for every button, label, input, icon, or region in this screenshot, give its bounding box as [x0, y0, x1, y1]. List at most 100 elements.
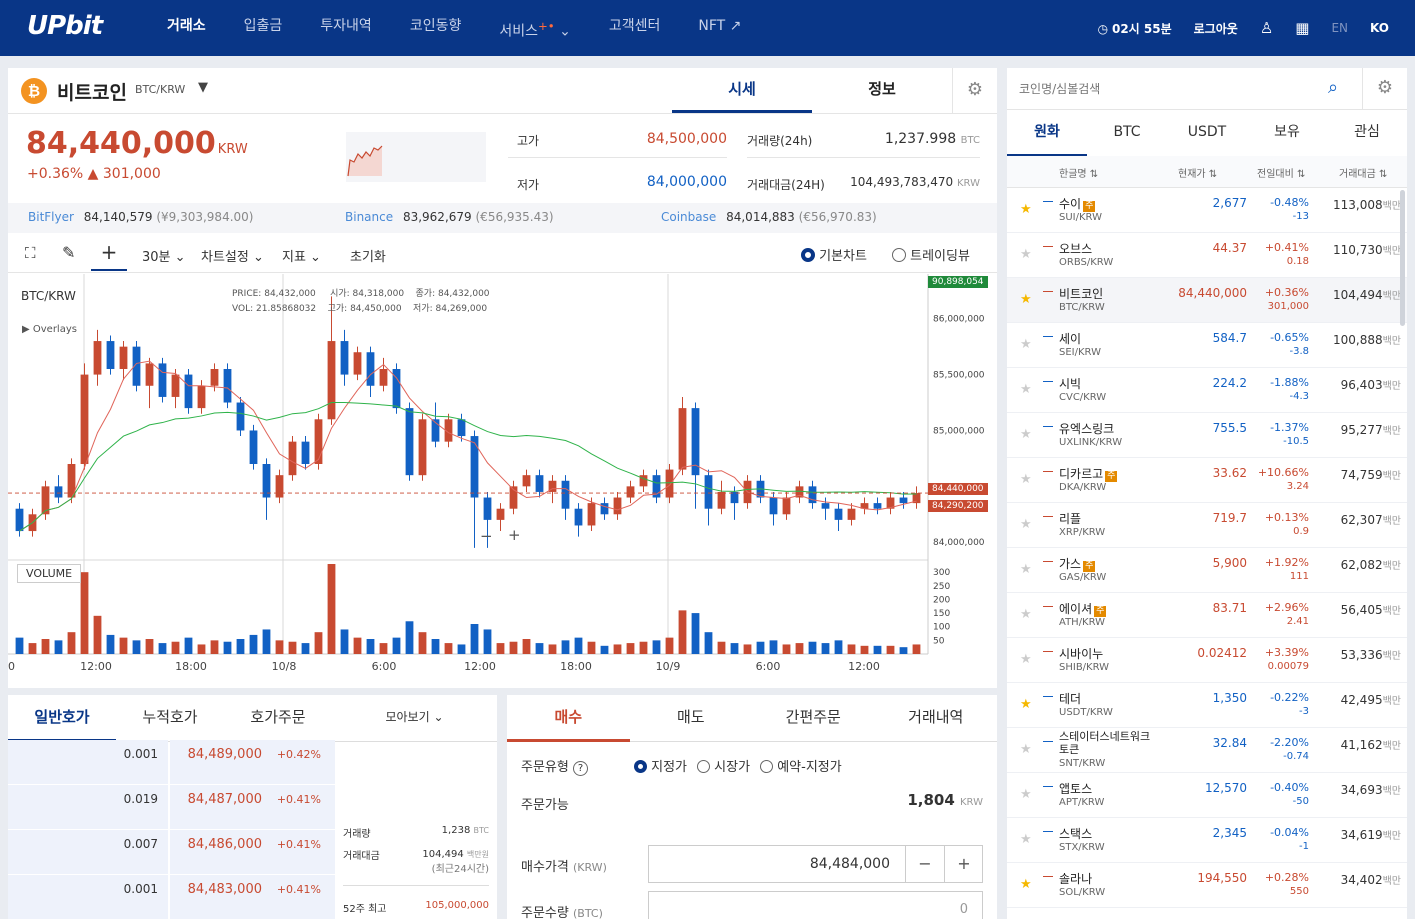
price-increment-button[interactable]: + [944, 846, 983, 882]
overlays-toggle[interactable]: ▶ Overlays [22, 324, 77, 335]
coin-row[interactable]: ★ 앱토스 APT/KRW 12,570 -0.40% -50 34,693백만 [1007, 773, 1407, 818]
favorite-star-icon[interactable]: ★ [1020, 292, 1032, 307]
tab-orderbook-general[interactable]: 일반호가 [8, 695, 116, 742]
market-settings-gear-icon[interactable]: ⚙ [1362, 68, 1407, 110]
radio-market[interactable]: 시장가 [697, 756, 750, 775]
favorite-star-icon[interactable]: ★ [1020, 607, 1032, 622]
radio-limit[interactable]: 지정가 [634, 756, 687, 775]
zoom-in-button[interactable]: + [508, 526, 521, 544]
coin-search-input[interactable] [1019, 78, 1319, 100]
indicators-select[interactable]: 지표 ⌄ [282, 246, 321, 265]
coin-row[interactable]: ★ 테더 USDT/KRW 1,350 -0.22% -3 42,495백만 [1007, 683, 1407, 728]
search-icon[interactable]: ⌕ [1328, 77, 1338, 98]
coin-row[interactable]: ★ 스테이터스네트워크토큰 SNT/KRW 32.84 -2.20% -0.74 41,16… [1007, 728, 1407, 773]
favorite-star-icon[interactable]: ★ [1020, 202, 1032, 217]
tab-simple-order[interactable]: 간편주문 [752, 695, 875, 742]
fullscreen-icon[interactable]: ⛶ [25, 244, 36, 262]
tab-holdings[interactable]: 보유 [1247, 110, 1327, 157]
crosshair-icon[interactable]: + [91, 235, 127, 271]
grid-menu-icon[interactable]: ▦ [1295, 19, 1309, 37]
favorite-star-icon[interactable]: ★ [1020, 382, 1032, 397]
radio-stop-limit[interactable]: 예약-지정가 [760, 756, 842, 775]
favorite-star-icon[interactable]: ★ [1020, 697, 1032, 712]
favorite-star-icon[interactable]: ★ [1020, 247, 1032, 262]
coin-row[interactable]: ★ 디카르고 주 DKA/KRW 33.62 +10.66% 3.24 74,759백만 [1007, 458, 1407, 503]
tab-orderbook-cumulative[interactable]: 누적호가 [116, 695, 224, 742]
ask-row[interactable]: 0.007 84,486,000 +0.41% [8, 830, 335, 874]
ask-row[interactable]: 0.001 84,483,000 +0.41% [8, 875, 335, 919]
ask-row[interactable]: 0.019 84,487,000 +0.41% [8, 785, 335, 829]
nav-deposit[interactable]: 입출금 [225, 0, 302, 56]
pen-draw-icon[interactable]: ✎ [62, 243, 75, 262]
favorite-star-icon[interactable]: ★ [1020, 337, 1032, 352]
col-name[interactable]: 한글명 ⇅ [1059, 165, 1098, 180]
help-icon[interactable]: ? [572, 761, 588, 776]
ask-price-cell[interactable]: 84,486,000 +0.41% [170, 830, 335, 874]
coin-row[interactable]: ★ 솔라나 SOL/KRW 194,550 +0.28% 550 34,402백만 [1007, 863, 1407, 908]
tradingview-radio[interactable]: 트레이딩뷰 [892, 245, 970, 264]
favorite-star-icon[interactable]: ★ [1020, 562, 1032, 577]
price-chart[interactable]: 86,000,00085,500,00085,000,00084,500,000… [8, 274, 997, 688]
tab-usdt[interactable]: USDT [1167, 110, 1247, 157]
ask-row[interactable]: 0.001 84,489,000 +0.42% [8, 740, 335, 784]
coin-row[interactable]: ★ 수이 주 SUI/KRW 2,677 -0.48% -13 113,008백만 [1007, 188, 1407, 233]
nav-exchange[interactable]: 거래소 [148, 0, 225, 56]
nav-services[interactable]: 서비스+• ⌄ [480, 0, 589, 56]
nav-coin-trends[interactable]: 코인동향 [391, 0, 481, 56]
price-decrement-button[interactable]: − [905, 846, 944, 882]
coin-row[interactable]: ★ 스택스 STX/KRW 2,345 -0.04% -1 34,619백만 [1007, 818, 1407, 863]
buy-price-input[interactable]: 84,484,000 [810, 856, 890, 872]
ask-price-cell[interactable]: 84,483,000 +0.41% [170, 875, 335, 919]
tab-price[interactable]: 시세 [672, 68, 812, 113]
nav-nft[interactable]: NFT ↗ [679, 0, 760, 56]
session-timer[interactable]: ◷ 02시 55분 [1098, 20, 1172, 37]
upbit-logo[interactable]: UPbit [27, 11, 103, 41]
favorite-star-icon[interactable]: ★ [1020, 652, 1032, 667]
nav-investments[interactable]: 투자내역 [301, 0, 391, 56]
tab-krw[interactable]: 원화 [1007, 110, 1087, 157]
ask-price-cell[interactable]: 84,489,000 +0.42% [170, 740, 335, 784]
tab-buy[interactable]: 매수 [507, 695, 630, 742]
logout-button[interactable]: 로그아웃 [1194, 20, 1238, 37]
coin-row[interactable]: ★ 비트코인 BTC/KRW 84,440,000 +0.36% 301,000 104,4… [1007, 278, 1407, 323]
lang-ko[interactable]: KO [1370, 21, 1389, 35]
tab-trade-history[interactable]: 거래내역 [874, 695, 997, 742]
col-price[interactable]: 현재가 ⇅ [1178, 165, 1217, 180]
basic-chart-radio[interactable]: 기본차트 [801, 245, 867, 264]
coin-row[interactable]: ★ 가스 주 GAS/KRW 5,900 +1.92% 111 62,082백만 [1007, 548, 1407, 593]
col-change[interactable]: 전일대비 ⇅ [1257, 165, 1305, 180]
reset-button[interactable]: 초기화 [350, 246, 386, 265]
tab-orderbook-order[interactable]: 호가주문 [224, 695, 332, 742]
tab-btc[interactable]: BTC [1087, 110, 1167, 157]
user-icon[interactable]: ♙ [1260, 19, 1273, 37]
coin-select-caret-icon[interactable]: ▼ [198, 80, 208, 95]
settings-gear-icon[interactable]: ⚙ [952, 68, 997, 114]
lang-en[interactable]: EN [1331, 21, 1348, 35]
market-scrollbar[interactable] [1400, 190, 1405, 326]
favorite-star-icon[interactable]: ★ [1020, 517, 1032, 532]
favorite-star-icon[interactable]: ★ [1020, 472, 1032, 487]
favorite-star-icon[interactable]: ★ [1020, 877, 1032, 892]
tab-info[interactable]: 정보 [812, 68, 952, 110]
quantity-input[interactable]: 0 [648, 891, 983, 919]
tab-sell[interactable]: 매도 [629, 695, 752, 742]
chart-settings-select[interactable]: 차트설정 ⌄ [201, 246, 264, 265]
coin-row[interactable]: ★ 에이셔 주 ATH/KRW 83.71 +2.96% 2.41 56,405백만 [1007, 593, 1407, 638]
coin-row[interactable]: ★ 세이 SEI/KRW 584.7 -0.65% -3.8 100,888백만 [1007, 323, 1407, 368]
coin-row[interactable]: ★ 유엑스링크 UXLINK/KRW 755.5 -1.37% -10.5 95,277백만 [1007, 413, 1407, 458]
favorite-star-icon[interactable]: ★ [1020, 832, 1032, 847]
coin-row[interactable]: ★ 리플 XRP/KRW 719.7 +0.13% 0.9 62,307백만 [1007, 503, 1407, 548]
view-mode-select[interactable]: 모아보기 ⌄ [332, 695, 497, 742]
favorite-star-icon[interactable]: ★ [1020, 742, 1032, 757]
nav-support[interactable]: 고객센터 [590, 0, 680, 56]
coin-row[interactable]: ★ 오브스 ORBS/KRW 44.37 +0.41% 0.18 110,730백만 [1007, 233, 1407, 278]
coin-row[interactable]: ★ 시바이누 SHIB/KRW 0.02412 +3.39% 0.00079 53,336백… [1007, 638, 1407, 683]
col-volume[interactable]: 거래대금 ⇅ [1339, 165, 1387, 180]
coin-row[interactable]: ★ 시빅 CVC/KRW 224.2 -1.88% -4.3 96,403백만 [1007, 368, 1407, 413]
favorite-star-icon[interactable]: ★ [1020, 787, 1032, 802]
interval-select[interactable]: 30분 ⌄ [142, 246, 186, 265]
ask-price-cell[interactable]: 84,487,000 +0.41% [170, 785, 335, 829]
favorite-star-icon[interactable]: ★ [1020, 427, 1032, 442]
tab-favorites[interactable]: 관심 [1327, 110, 1407, 157]
zoom-out-button[interactable]: − [480, 527, 493, 545]
